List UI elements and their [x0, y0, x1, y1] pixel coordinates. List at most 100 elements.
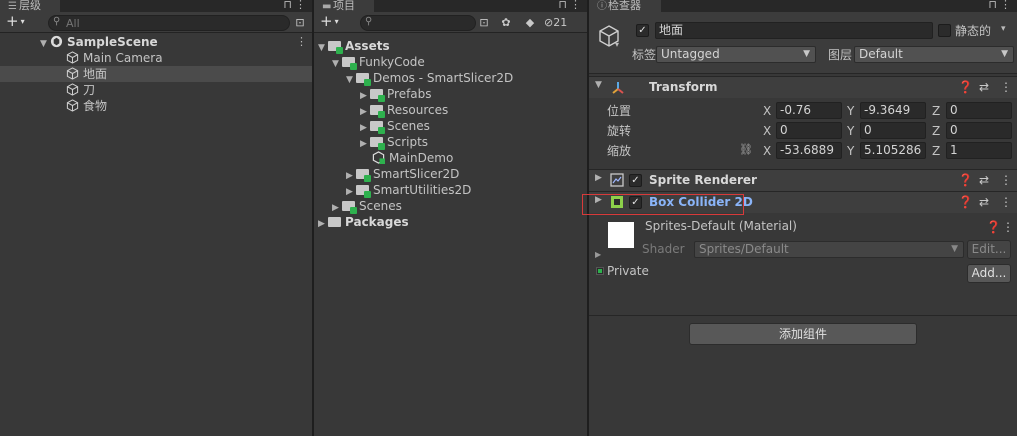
collapsed-arrow-icon[interactable]: ▶ — [595, 195, 602, 205]
position-z-field[interactable]: 0 — [946, 102, 1012, 119]
chevron-down-icon[interactable]: ▾ — [1001, 24, 1006, 34]
rotation-y-field[interactable]: 0 — [860, 122, 926, 139]
active-checkbox[interactable]: ✓ — [636, 24, 649, 37]
hierarchy-search[interactable]: ⚲ — [48, 15, 290, 31]
scene-row[interactable]: ▼ SampleScene — [0, 34, 312, 50]
tab-inspector[interactable]: ⓘ检查器 — [589, 0, 661, 12]
create-button[interactable]: + ▾ — [6, 14, 25, 29]
chevron-down-icon[interactable]: ▾ — [615, 40, 619, 49]
transform-header[interactable]: ▼ Transform ❓ ⇄ ⋮ — [589, 76, 1017, 98]
project-tree-scenes-root[interactable]: ▶ Scenes — [314, 198, 587, 214]
list-icon: ☰ — [8, 1, 17, 12]
material-menu-icon[interactable]: ⋮ — [1002, 220, 1014, 234]
project-tree-packages[interactable]: ▶ Packages — [314, 214, 587, 230]
sprite-renderer-header[interactable]: ▶ ✓ Sprite Renderer ❓ ⇄ ⋮ — [589, 169, 1017, 191]
hidden-packages-toggle[interactable]: ⊘21 — [544, 15, 584, 31]
edit-shader-button[interactable]: Edit... — [967, 240, 1011, 259]
component-menu-icon[interactable]: ⋮ — [1000, 173, 1012, 187]
lock-icon[interactable]: ⊓ — [283, 0, 292, 11]
component-menu-icon[interactable]: ⋮ — [1000, 80, 1012, 94]
hierarchy-item-main-camera[interactable]: Main Camera — [0, 50, 312, 66]
axis-x-label[interactable]: X — [763, 103, 771, 119]
project-tree-funkycode[interactable]: ▼ FunkyCode — [314, 54, 587, 70]
axis-y-label[interactable]: Y — [847, 103, 854, 119]
scale-z-field[interactable]: 1 — [946, 142, 1012, 159]
sprite-renderer-enabled-checkbox[interactable]: ✓ — [629, 174, 642, 187]
axis-x-label[interactable]: X — [763, 143, 771, 159]
shader-dropdown[interactable]: Sprites/Default ▼ — [694, 241, 964, 258]
project-tree-smartslicer2d[interactable]: ▶ SmartSlicer2D — [314, 166, 587, 182]
hierarchy-toolbar: +▾ ⚲ ⊡ — [0, 12, 312, 33]
folder-icon — [342, 57, 357, 70]
help-icon[interactable]: ❓ — [986, 220, 1001, 234]
search-by-type-icon[interactable]: ⊡ — [476, 15, 492, 31]
presets-icon[interactable]: ⇄ — [979, 80, 989, 94]
axis-y-label[interactable]: Y — [847, 123, 854, 139]
tree-label: MainDemo — [389, 151, 454, 165]
project-tree-smartutilities2d[interactable]: ▶ SmartUtilities2D — [314, 182, 587, 198]
hierarchy-item-food[interactable]: 食物 — [0, 98, 312, 114]
add-component-button[interactable]: 添加组件 — [689, 323, 917, 345]
project-tree-prefabs[interactable]: ▶ Prefabs — [314, 86, 587, 102]
filter-by-label-icon[interactable]: ◆ — [522, 15, 538, 31]
help-icon[interactable]: ❓ — [958, 173, 973, 187]
layer-dropdown[interactable]: Default ▼ — [854, 46, 1014, 63]
project-tree-maindemo[interactable]: MainDemo — [314, 150, 587, 166]
transform-icon — [612, 82, 624, 94]
private-label: Private — [607, 264, 649, 278]
axis-z-label[interactable]: Z — [932, 123, 940, 139]
tab-project[interactable]: ▬ 项目 — [314, 0, 374, 12]
tab-menu-icon[interactable]: ⋮ — [570, 0, 581, 11]
position-x-field[interactable]: -0.76 — [776, 102, 842, 119]
tag-dropdown[interactable]: Untagged ▼ — [656, 46, 816, 63]
axis-x-label[interactable]: X — [763, 123, 771, 139]
material-preview[interactable] — [608, 222, 634, 248]
tab-menu-icon[interactable]: ⋮ — [295, 0, 306, 11]
project-search-input[interactable] — [378, 16, 458, 30]
collapsed-arrow-icon[interactable]: ▶ — [595, 250, 601, 259]
box-collider-header[interactable]: ▶ ✓ Box Collider 2D ❓ ⇄ ⋮ — [589, 191, 1017, 213]
scale-y-field[interactable]: 5.105286 — [860, 142, 926, 159]
hierarchy-item-ground[interactable]: 地面 — [0, 66, 312, 82]
axis-z-label[interactable]: Z — [932, 103, 940, 119]
scene-menu-icon[interactable]: ⋮ — [296, 35, 307, 48]
hierarchy-tabbar: ☰ 层级 ⊓ ⋮ — [0, 0, 312, 12]
presets-icon[interactable]: ⇄ — [979, 173, 989, 187]
expand-arrow-icon[interactable]: ▼ — [595, 80, 602, 90]
axis-z-label[interactable]: Z — [932, 143, 940, 159]
tab-hierarchy[interactable]: ☰ 层级 — [0, 0, 60, 12]
link-icon[interactable]: ⛓ — [739, 143, 753, 156]
tab-menu-icon[interactable]: ⋮ — [1000, 0, 1011, 11]
scale-x-field[interactable]: -53.6889 — [776, 142, 842, 159]
rotation-x-field[interactable]: 0 — [776, 122, 842, 139]
material-section: ▶ Sprites-Default (Material) ❓ ⋮ Shader … — [589, 214, 1017, 306]
project-tree-scripts[interactable]: ▶ Scripts — [314, 134, 587, 150]
private-checkbox[interactable] — [596, 267, 604, 275]
project-tree-demos[interactable]: ▼ Demos - SmartSlicer2D — [314, 70, 587, 86]
project-tree-assets[interactable]: ▼ Assets — [314, 38, 587, 54]
filter-by-type-icon[interactable]: ✿ — [498, 15, 514, 31]
tab-inspector-label: 检查器 — [608, 0, 641, 12]
object-name-field[interactable]: 地面 — [655, 22, 933, 39]
add-button[interactable]: Add... — [967, 264, 1011, 283]
project-tree-resources[interactable]: ▶ Resources — [314, 102, 587, 118]
hierarchy-item-knife[interactable]: 刀 — [0, 82, 312, 98]
collapsed-arrow-icon[interactable]: ▶ — [595, 173, 602, 183]
scene-visibility-icon[interactable]: ⊡ — [292, 15, 308, 31]
hierarchy-search-input[interactable] — [66, 16, 234, 30]
project-tree-scenes[interactable]: ▶ Scenes — [314, 118, 587, 134]
position-y-field[interactable]: -9.3649 — [860, 102, 926, 119]
static-checkbox[interactable] — [938, 24, 951, 37]
help-icon[interactable]: ❓ — [958, 80, 973, 94]
axis-y-label[interactable]: Y — [847, 143, 854, 159]
lock-icon[interactable]: ⊓ — [558, 0, 567, 11]
project-search[interactable]: ⚲ — [360, 15, 476, 31]
help-icon[interactable]: ❓ — [958, 195, 973, 209]
create-asset-button[interactable]: + ▾ — [320, 14, 339, 29]
lock-icon[interactable]: ⊓ — [988, 0, 997, 11]
presets-icon[interactable]: ⇄ — [979, 195, 989, 209]
component-menu-icon[interactable]: ⋮ — [1000, 195, 1012, 209]
box-collider-enabled-checkbox[interactable]: ✓ — [629, 196, 642, 209]
rotation-z-field[interactable]: 0 — [946, 122, 1012, 139]
collapsed-arrow-icon[interactable]: ▶ — [318, 216, 328, 232]
